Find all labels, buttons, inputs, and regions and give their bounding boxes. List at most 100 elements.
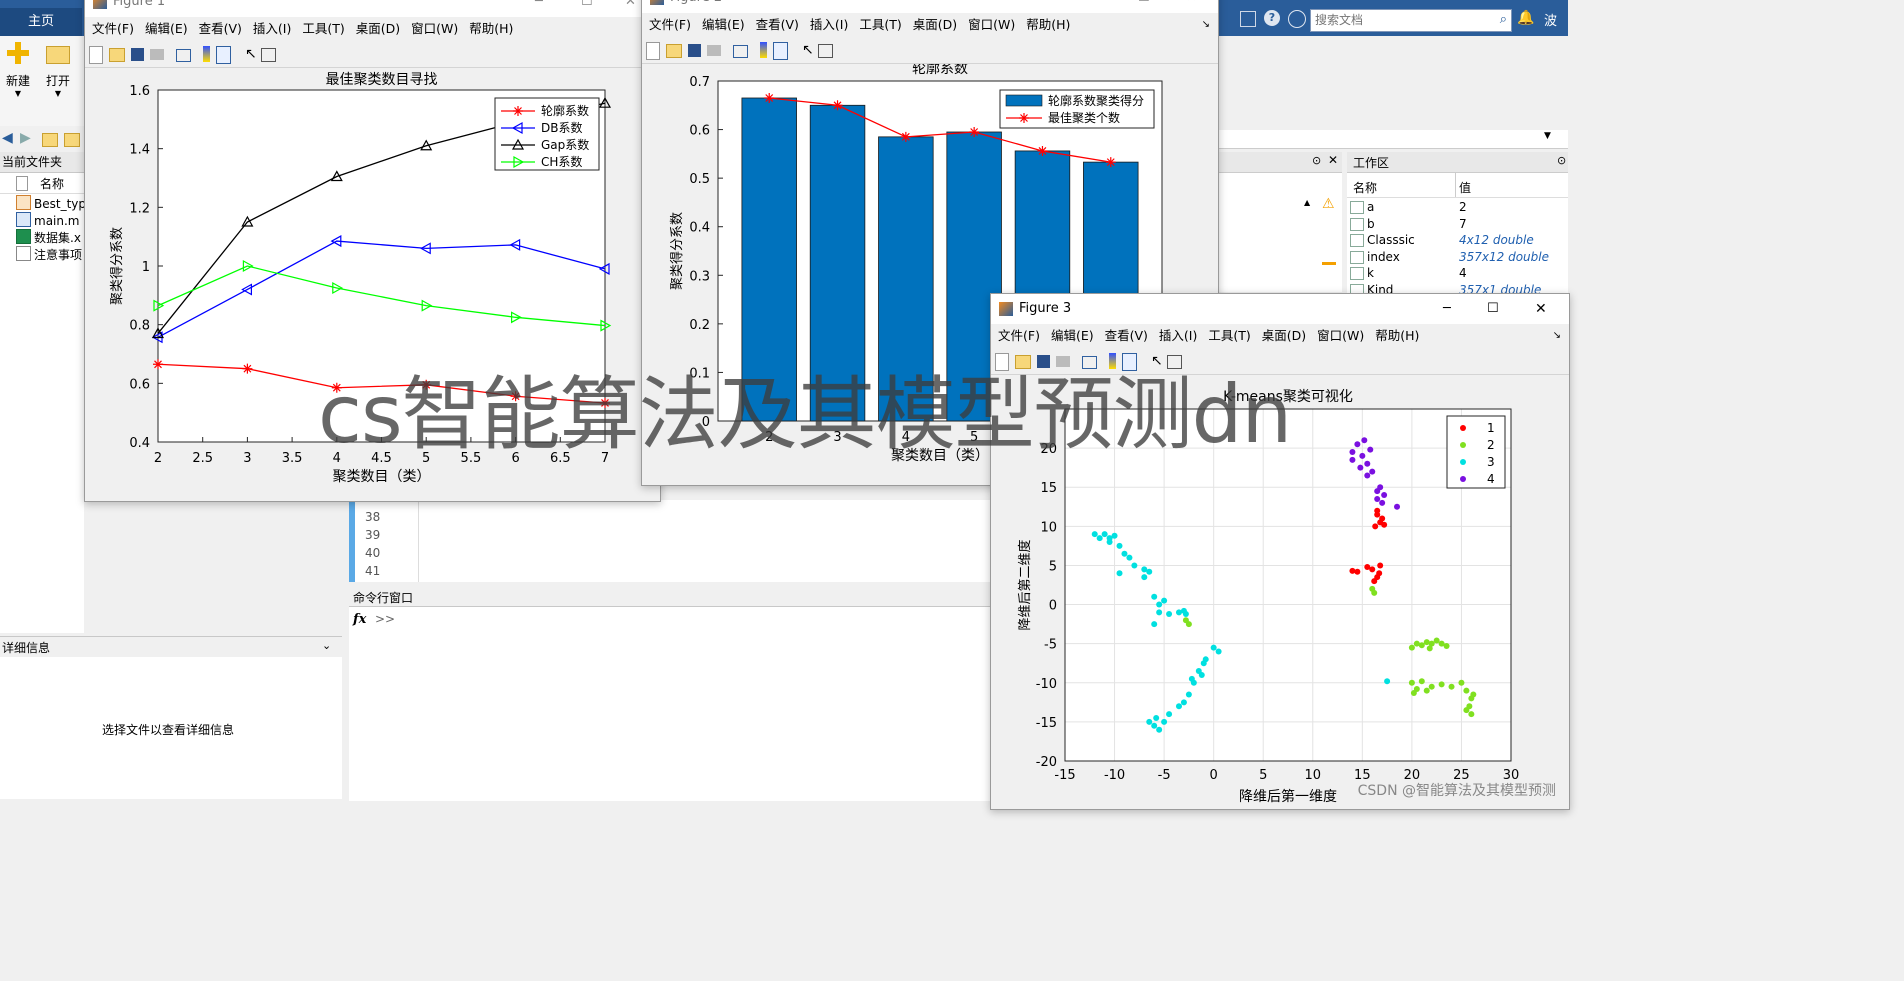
- menu-item[interactable]: 桌面(D): [356, 21, 400, 36]
- colorbar-icon[interactable]: [760, 42, 767, 58]
- close-icon[interactable]: ✕: [625, 0, 636, 17]
- print-icon[interactable]: [150, 49, 164, 60]
- search-input[interactable]: [1311, 10, 1489, 29]
- menu-item[interactable]: 工具(T): [859, 17, 901, 32]
- menu-item[interactable]: 插入(I): [253, 21, 291, 36]
- tab-home[interactable]: 主页: [0, 8, 82, 36]
- file-item-notes[interactable]: 注意事项: [16, 246, 82, 263]
- menu-item[interactable]: 查看(V): [199, 21, 242, 36]
- scatter-point: [1361, 437, 1368, 444]
- menu-item[interactable]: 查看(V): [1105, 328, 1148, 343]
- menu-item[interactable]: 工具(T): [302, 21, 344, 36]
- colorbar-icon[interactable]: [203, 46, 210, 62]
- close-icon[interactable]: ✕: [1328, 153, 1338, 167]
- link-plot-icon[interactable]: [176, 49, 191, 62]
- fx-icon[interactable]: fx: [353, 612, 366, 627]
- legend-icon[interactable]: [773, 42, 788, 60]
- open-file-icon[interactable]: [109, 48, 125, 62]
- menu-item[interactable]: 帮助(H): [469, 21, 513, 36]
- save-icon[interactable]: [688, 44, 701, 57]
- new-button[interactable]: 新建 ▼: [4, 42, 32, 98]
- menu-item[interactable]: 桌面(D): [913, 17, 957, 32]
- warning-icon[interactable]: ⚠: [1322, 196, 1335, 212]
- figure-2-titlebar[interactable]: Figure 2 ☐ ✕: [642, 0, 1218, 13]
- workspace-row[interactable]: index 357x12 double: [1347, 249, 1568, 266]
- file-item-main-m[interactable]: main.m: [16, 212, 80, 229]
- name-column-header[interactable]: 名称: [40, 175, 64, 192]
- file-item-best-type[interactable]: Best_typ: [16, 195, 86, 212]
- up-folder-icon[interactable]: [42, 133, 58, 147]
- workspace-row[interactable]: b7: [1347, 216, 1568, 233]
- minimize-icon[interactable]: ─: [535, 0, 543, 17]
- menu-item[interactable]: 编辑(E): [1051, 328, 1094, 343]
- new-figure-icon[interactable]: [646, 42, 660, 60]
- close-icon[interactable]: ✕: [1186, 0, 1197, 13]
- workspace-row[interactable]: Classsic 4x12 double: [1347, 232, 1568, 249]
- menu-item[interactable]: 文件(F): [649, 17, 691, 32]
- data-point: [764, 93, 775, 103]
- property-editor-icon[interactable]: [818, 44, 833, 58]
- menu-item[interactable]: 文件(F): [998, 328, 1040, 343]
- panel-menu-icon[interactable]: ⊙: [1312, 154, 1321, 167]
- function-file-icon: [16, 195, 31, 210]
- dock-arrow-icon[interactable]: ↘: [1202, 13, 1210, 37]
- figure-3-titlebar[interactable]: Figure 3 ─ ☐ ✕: [991, 294, 1569, 324]
- scatter-point: [1111, 532, 1118, 539]
- close-icon[interactable]: ✕: [1535, 294, 1547, 324]
- menu-item[interactable]: 窗口(W): [411, 21, 458, 36]
- layout-icon[interactable]: [1240, 11, 1256, 27]
- maximize-icon[interactable]: ☐: [581, 0, 593, 17]
- editor-text-area[interactable]: [418, 500, 991, 582]
- cursor-icon[interactable]: ↖: [802, 42, 814, 58]
- address-bar-strip: ▼: [1218, 130, 1568, 149]
- menu-item[interactable]: 编辑(E): [145, 21, 188, 36]
- y-tick-label: 15: [1040, 481, 1057, 496]
- menu-item[interactable]: 文件(F): [92, 21, 134, 36]
- figure-1-titlebar[interactable]: Figure 1 ─ ☐ ✕: [85, 0, 660, 17]
- save-icon[interactable]: [131, 48, 144, 61]
- property-editor-icon[interactable]: [261, 48, 276, 62]
- browse-folder-icon[interactable]: [64, 133, 80, 147]
- new-label: 新建: [5, 74, 30, 88]
- open-button[interactable]: 打开 ▼: [42, 42, 74, 98]
- help-icon[interactable]: ?: [1264, 10, 1280, 26]
- menu-item[interactable]: 查看(V): [756, 17, 799, 32]
- print-icon[interactable]: [707, 45, 721, 56]
- community-icon[interactable]: [1288, 10, 1306, 28]
- open-file-icon[interactable]: [666, 44, 682, 58]
- ws-value-column-header[interactable]: 值: [1459, 179, 1471, 196]
- minimize-icon[interactable]: ─: [1443, 294, 1451, 324]
- workspace-row[interactable]: a2: [1347, 199, 1568, 216]
- menu-item[interactable]: 桌面(D): [1262, 328, 1306, 343]
- back-arrow-icon[interactable]: ◀: [2, 130, 13, 146]
- menu-item[interactable]: 窗口(W): [1317, 328, 1364, 343]
- menu-item[interactable]: 帮助(H): [1026, 17, 1070, 32]
- notification-bell-icon[interactable]: 🔔: [1517, 10, 1534, 26]
- scatter-point: [1349, 449, 1356, 456]
- menu-item[interactable]: 插入(I): [810, 17, 848, 32]
- file-item-dataset[interactable]: 数据集.x: [16, 229, 81, 246]
- menu-item[interactable]: 编辑(E): [702, 17, 745, 32]
- command-window[interactable]: fx >>: [349, 607, 991, 801]
- maximize-icon[interactable]: ☐: [1487, 294, 1499, 324]
- search-icon[interactable]: ⌕: [1500, 12, 1507, 27]
- menu-item[interactable]: 窗口(W): [968, 17, 1015, 32]
- chevron-down-icon[interactable]: ▼: [1544, 131, 1551, 141]
- ws-name-column-header[interactable]: 名称: [1353, 179, 1377, 196]
- legend-icon[interactable]: [216, 46, 231, 64]
- chevron-down-icon[interactable]: ⌄: [322, 639, 331, 652]
- menu-item[interactable]: 工具(T): [1208, 328, 1250, 343]
- scroll-up-icon[interactable]: ▲: [1304, 198, 1310, 207]
- panel-menu-icon[interactable]: ⊙: [1557, 154, 1566, 167]
- dock-arrow-icon[interactable]: ↘: [1553, 324, 1561, 348]
- menu-item[interactable]: 插入(I): [1159, 328, 1197, 343]
- link-plot-icon[interactable]: [733, 45, 748, 58]
- variable-grid-icon: [1350, 217, 1364, 231]
- workspace-row[interactable]: k4: [1347, 265, 1568, 282]
- forward-arrow-icon[interactable]: ▶: [20, 130, 31, 146]
- menu-item[interactable]: 帮助(H): [1375, 328, 1419, 343]
- user-name[interactable]: 波: [1544, 10, 1557, 29]
- cursor-icon[interactable]: ↖: [245, 46, 257, 62]
- maximize-icon[interactable]: ☐: [1138, 0, 1150, 13]
- new-figure-icon[interactable]: [89, 46, 103, 64]
